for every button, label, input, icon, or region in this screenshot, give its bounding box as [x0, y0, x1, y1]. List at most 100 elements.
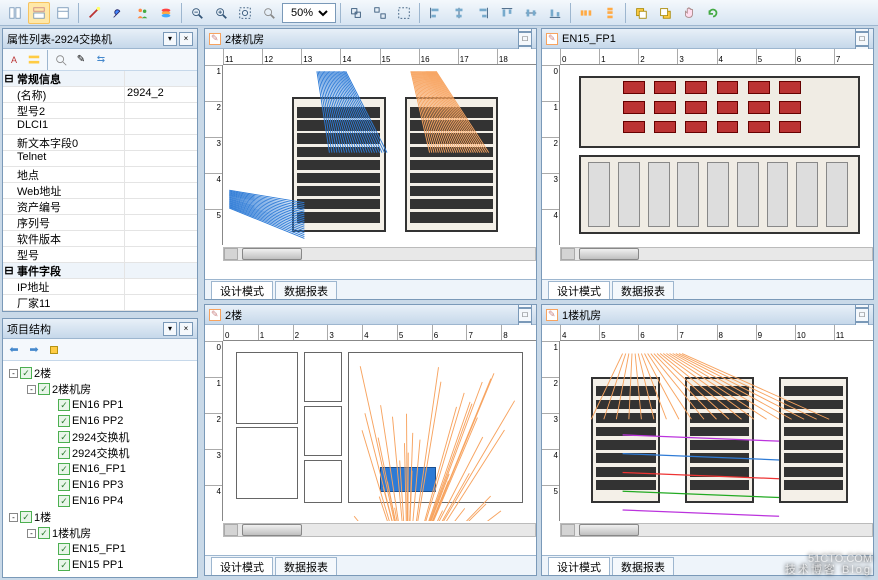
tree-node[interactable]: ✓EN15_FP1: [5, 541, 195, 557]
maximize-icon[interactable]: □: [518, 32, 532, 46]
tree-node[interactable]: ✓EN16 PP2: [5, 413, 195, 429]
zoom-out-icon[interactable]: [186, 2, 208, 24]
property-rows[interactable]: ⊟常规信息(名称)2924_2型号2DLCI1新文本字段0Telnet地点Web…: [3, 71, 197, 311]
property-value[interactable]: [125, 135, 197, 150]
tree-expand-toggle[interactable]: -: [27, 385, 36, 394]
align-bottom-icon[interactable]: [544, 2, 566, 24]
zoom-select[interactable]: 50%: [287, 6, 331, 20]
canvas[interactable]: [223, 341, 536, 521]
property-row[interactable]: DLCI1: [3, 119, 197, 135]
property-row[interactable]: (名称)2924_2: [3, 87, 197, 103]
tree-body[interactable]: -✓2楼-✓2楼机房✓EN16 PP1✓EN16 PP2✓2924交换机✓292…: [3, 361, 197, 577]
property-group[interactable]: ⊟常规信息: [3, 71, 197, 87]
property-row[interactable]: 厂家11: [3, 295, 197, 311]
document-header[interactable]: 1楼机房 —□×: [542, 305, 873, 325]
expand-toggle[interactable]: ⊟: [3, 71, 15, 86]
property-value[interactable]: 2924_2: [125, 87, 197, 102]
tree-prev-icon[interactable]: ⬅: [5, 341, 23, 359]
zoom-100-icon[interactable]: [258, 2, 280, 24]
tree-label[interactable]: 1楼: [34, 509, 51, 525]
tree-checkbox[interactable]: ✓: [58, 543, 70, 555]
document-tab[interactable]: 数据报表: [275, 281, 337, 299]
tree-node[interactable]: ✓EN15 PP1: [5, 557, 195, 573]
maximize-icon[interactable]: □: [518, 308, 532, 322]
document-tab[interactable]: 数据报表: [612, 557, 674, 575]
tree-label[interactable]: 2924交换机: [72, 429, 129, 445]
tree-checkbox[interactable]: ✓: [58, 479, 70, 491]
prop-pencil-icon[interactable]: ✎: [72, 51, 90, 69]
align-middle-icon[interactable]: [520, 2, 542, 24]
document-tab[interactable]: 设计模式: [548, 281, 610, 299]
align-center-icon[interactable]: [448, 2, 470, 24]
zoom-combo[interactable]: 50%: [282, 3, 336, 23]
property-row[interactable]: Web地址: [3, 183, 197, 199]
tree-checkbox[interactable]: ✓: [38, 383, 50, 395]
tree-label[interactable]: EN16_FP1: [72, 463, 126, 475]
send-back-icon[interactable]: [654, 2, 676, 24]
tree-checkbox[interactable]: ✓: [20, 511, 32, 523]
scrollbar-horizontal[interactable]: [223, 247, 536, 261]
tree-node[interactable]: ✓2924交换机: [5, 445, 195, 461]
document-header[interactable]: 2楼 —□×: [205, 305, 536, 325]
document-tab[interactable]: 设计模式: [548, 557, 610, 575]
zoom-in-icon[interactable]: [210, 2, 232, 24]
ungroup-icon[interactable]: [369, 2, 391, 24]
property-row[interactable]: 序列号: [3, 215, 197, 231]
tree-checkbox[interactable]: ✓: [20, 367, 32, 379]
property-value[interactable]: [125, 183, 197, 198]
tree-checkbox[interactable]: ✓: [58, 463, 70, 475]
tree-label[interactable]: EN15_FP1: [72, 543, 126, 555]
dist-v-icon[interactable]: [599, 2, 621, 24]
align-left-icon[interactable]: [424, 2, 446, 24]
tree-node[interactable]: ✓EN16 PP3: [5, 477, 195, 493]
tree-label[interactable]: 2楼: [34, 365, 51, 381]
property-value[interactable]: [125, 167, 197, 182]
tree-home-icon[interactable]: [45, 341, 63, 359]
property-group[interactable]: ⊟事件字段: [3, 263, 197, 279]
property-row[interactable]: 型号: [3, 247, 197, 263]
tree-next-icon[interactable]: ➡: [25, 341, 43, 359]
canvas[interactable]: [560, 341, 873, 521]
document-header[interactable]: EN15_FP1 —□×: [542, 29, 873, 49]
tree-checkbox[interactable]: ✓: [58, 559, 70, 571]
panel-close-icon[interactable]: ×: [179, 322, 193, 336]
property-row[interactable]: 新文本字段0: [3, 135, 197, 151]
prop-az-icon[interactable]: A: [5, 51, 23, 69]
property-row[interactable]: 资产编号: [3, 199, 197, 215]
tb-btn-1[interactable]: [4, 2, 26, 24]
wand-icon[interactable]: [83, 2, 105, 24]
scrollbar-horizontal[interactable]: [560, 523, 873, 537]
tree-label[interactable]: 1楼机房: [52, 525, 91, 541]
prop-nav-icon[interactable]: ⇆: [92, 51, 110, 69]
tree-checkbox[interactable]: ✓: [58, 399, 70, 411]
property-value[interactable]: [125, 199, 197, 214]
zoom-fit-icon[interactable]: [234, 2, 256, 24]
document-tab[interactable]: 设计模式: [211, 281, 273, 299]
property-value[interactable]: [125, 279, 197, 294]
align-right-icon[interactable]: [472, 2, 494, 24]
document-tab[interactable]: 数据报表: [275, 557, 337, 575]
tree-checkbox[interactable]: ✓: [58, 415, 70, 427]
canvas[interactable]: [560, 65, 873, 245]
scrollbar-horizontal[interactable]: [560, 247, 873, 261]
select-icon[interactable]: [393, 2, 415, 24]
panel-pin-icon[interactable]: ▾: [163, 32, 177, 46]
dist-h-icon[interactable]: [575, 2, 597, 24]
wrench-icon[interactable]: [107, 2, 129, 24]
panel-close-icon[interactable]: ×: [179, 32, 193, 46]
property-value[interactable]: [125, 103, 197, 118]
property-value[interactable]: [125, 247, 197, 262]
property-value[interactable]: [125, 215, 197, 230]
document-tab[interactable]: 数据报表: [612, 281, 674, 299]
property-row[interactable]: 地点: [3, 167, 197, 183]
tree-label[interactable]: 2924交换机: [72, 445, 129, 461]
property-value[interactable]: [125, 119, 197, 134]
tree-expand-toggle[interactable]: -: [27, 529, 36, 538]
property-row[interactable]: Telnet: [3, 151, 197, 167]
canvas[interactable]: [223, 65, 536, 245]
tree-node[interactable]: -✓1楼: [5, 509, 195, 525]
tree-node[interactable]: -✓2楼机房: [5, 381, 195, 397]
tree-checkbox[interactable]: ✓: [58, 447, 70, 459]
prop-cat-icon[interactable]: [25, 51, 43, 69]
users-icon[interactable]: [131, 2, 153, 24]
